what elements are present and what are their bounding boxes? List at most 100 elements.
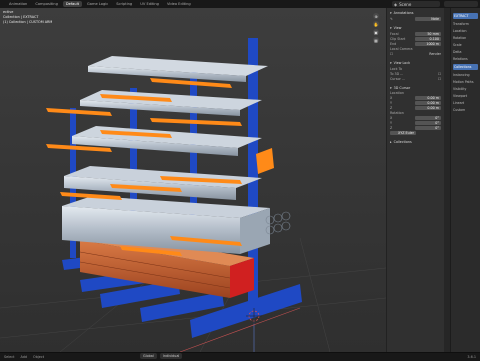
props-lineart[interactable]: Lineart — [453, 101, 478, 105]
chevron-down-icon: ▾ — [390, 61, 392, 65]
navigation-gizmo: ⊕ ✋ ▣ ▦ — [368, 11, 384, 45]
annotation-note-field[interactable]: Note — [415, 17, 441, 21]
rotation-mode-select[interactable]: XYZ Euler — [390, 131, 416, 135]
render-checkbox[interactable]: ☐ — [390, 52, 393, 56]
grid-icon[interactable]: ▦ — [373, 37, 379, 43]
focal-field[interactable]: 50 mm — [415, 32, 441, 36]
lock-to-row: Lock To — [390, 67, 441, 71]
status-add: Add — [20, 355, 28, 359]
props-collections[interactable]: Collections — [453, 64, 478, 70]
tab-scripting[interactable]: Scripting — [113, 1, 135, 7]
rot-y-field[interactable]: 0° — [415, 121, 441, 125]
props-viewport[interactable]: Viewport — [453, 94, 478, 98]
tab-animation[interactable]: Animation — [6, 1, 30, 7]
annotation-tool-icon[interactable]: ✎ — [390, 17, 393, 21]
lock-checkbox[interactable]: ☐ — [438, 72, 441, 76]
view-lock-header[interactable]: ▾ View Lock — [390, 60, 441, 66]
cursor-loc-y-row: Y 0.00 m — [390, 101, 441, 105]
lock-label: To 3D ... — [390, 72, 404, 76]
collections-header[interactable]: ▸ Collections — [390, 139, 441, 145]
cursor-rot-z-row: Z 0° — [390, 126, 441, 130]
3d-viewport[interactable]: ective Collection | EXTRACT (1) Collecti… — [0, 8, 386, 352]
props-location: Location — [453, 29, 467, 33]
status-select: Select — [4, 355, 15, 359]
chevron-down-icon: ▾ — [390, 26, 392, 30]
loc-y-field[interactable]: 0.00 m — [415, 101, 441, 105]
pivot-point-select[interactable]: Individual — [159, 353, 183, 359]
tab-video-editing[interactable]: Video Editing — [164, 1, 194, 7]
tab-uv-editing[interactable]: UV Editing — [137, 1, 162, 7]
props-relations[interactable]: Relations — [453, 57, 478, 61]
props-custom[interactable]: Custom — [453, 108, 478, 112]
cursor-rot-x-row: X 0° — [390, 116, 441, 120]
rot-z-label: Z — [390, 126, 393, 130]
viewport-info-overlay: ective Collection | EXTRACT (1) Collecti… — [3, 10, 52, 25]
cursor-lock-row: Cursor ... ☐ — [390, 77, 441, 81]
cursor-loc-x-row: X 0.00 m — [390, 96, 441, 100]
status-object: Object — [33, 355, 45, 359]
camera-icon[interactable]: ▣ — [373, 29, 379, 35]
props-transform[interactable]: Transform — [453, 22, 478, 26]
lock-to-label: Lock To — [390, 67, 403, 71]
view-focal-row: Focal 50 mm — [390, 32, 441, 36]
view-clip-start-row: Clip Start 0.100 — [390, 37, 441, 41]
rotation-mode-row: XYZ Euler — [390, 131, 441, 135]
location-label: Location — [390, 91, 404, 95]
view-title: View — [393, 26, 402, 30]
loc-y-label: Y — [390, 101, 393, 105]
focal-label: Focal — [390, 32, 399, 36]
annotations-section: ▾ Annotations ✎ Note — [390, 10, 441, 21]
workspace-tabs: Animation Compositing Default Game Logic… — [6, 1, 194, 7]
annotations-title: Annotations — [393, 11, 414, 15]
props-delta[interactable]: Delta — [453, 50, 478, 54]
props-object-name[interactable]: EXTRACT — [453, 13, 478, 19]
annotations-header[interactable]: ▾ Annotations — [390, 10, 441, 16]
cursor-lock-checkbox[interactable]: ☐ — [438, 77, 441, 81]
view-layer-selector[interactable] — [444, 1, 478, 7]
overlay-line-3: (1) Collection | CUSTOM ARM — [3, 20, 53, 24]
zoom-icon[interactable]: ⊕ — [373, 13, 379, 19]
scene-icon: ◈ — [394, 1, 398, 7]
hand-icon[interactable]: ✋ — [373, 21, 379, 27]
rot-x-field[interactable]: 0° — [415, 116, 441, 120]
clip-end-field[interactable]: 1000 m — [415, 42, 441, 46]
local-camera-label: Local Camera — [390, 47, 413, 51]
rotation-label: Rotation — [390, 111, 404, 115]
cursor-rot-y-row: Y 0° — [390, 121, 441, 125]
rack-render — [0, 8, 386, 352]
viewport-header-tools: Global Individual — [140, 352, 183, 360]
annotations-row: ✎ Note — [390, 17, 441, 21]
viewport-sidebar: ▾ Annotations ✎ Note ▾ View Focal 50 mm … — [386, 8, 444, 352]
clip-end-label: End — [390, 42, 397, 46]
clip-start-field[interactable]: 0.100 — [415, 37, 441, 41]
transform-orientation-select[interactable]: Global — [140, 353, 157, 359]
properties-editor: EXTRACT Transform Location Rotation Scal… — [450, 8, 480, 352]
tab-compositing[interactable]: Compositing — [32, 1, 61, 7]
props-instancing[interactable]: Instancing — [453, 73, 478, 77]
view-clip-end-row: End 1000 m — [390, 42, 441, 46]
collections-title: Collections — [393, 140, 412, 144]
local-camera-row: Local Camera — [390, 47, 441, 51]
scene-selector[interactable]: ◈ Scene — [392, 1, 440, 7]
props-scale: Scale — [453, 43, 462, 47]
rot-z-field[interactable]: 0° — [415, 126, 441, 130]
props-visibility[interactable]: Visibility — [453, 87, 478, 91]
view-lock-section: ▾ View Lock Lock To To 3D ... ☐ Cursor .… — [390, 60, 441, 81]
rot-y-label: Y — [390, 121, 393, 125]
status-version: 3.6.1 — [467, 355, 476, 359]
render-label: Render — [429, 52, 441, 56]
view-header[interactable]: ▾ View — [390, 25, 441, 31]
chevron-right-icon: ▸ — [390, 140, 392, 144]
props-rotation: Rotation — [453, 36, 467, 40]
tab-default[interactable]: Default — [62, 1, 82, 7]
props-motion-paths[interactable]: Motion Paths — [453, 80, 478, 84]
loc-x-label: X — [390, 96, 393, 100]
3d-cursor-section: ▾ 3D Cursor Location X 0.00 m Y 0.00 m Z… — [390, 85, 441, 135]
tab-game-logic[interactable]: Game Logic — [84, 1, 111, 7]
loc-x-field[interactable]: 0.00 m — [415, 96, 441, 100]
3d-cursor-title: 3D Cursor — [393, 86, 411, 90]
loc-z-field[interactable]: 0.00 m — [415, 106, 441, 110]
scene-label: Scene — [399, 1, 412, 7]
loc-z-label: Z — [390, 106, 393, 110]
chevron-down-icon: ▾ — [390, 86, 392, 90]
